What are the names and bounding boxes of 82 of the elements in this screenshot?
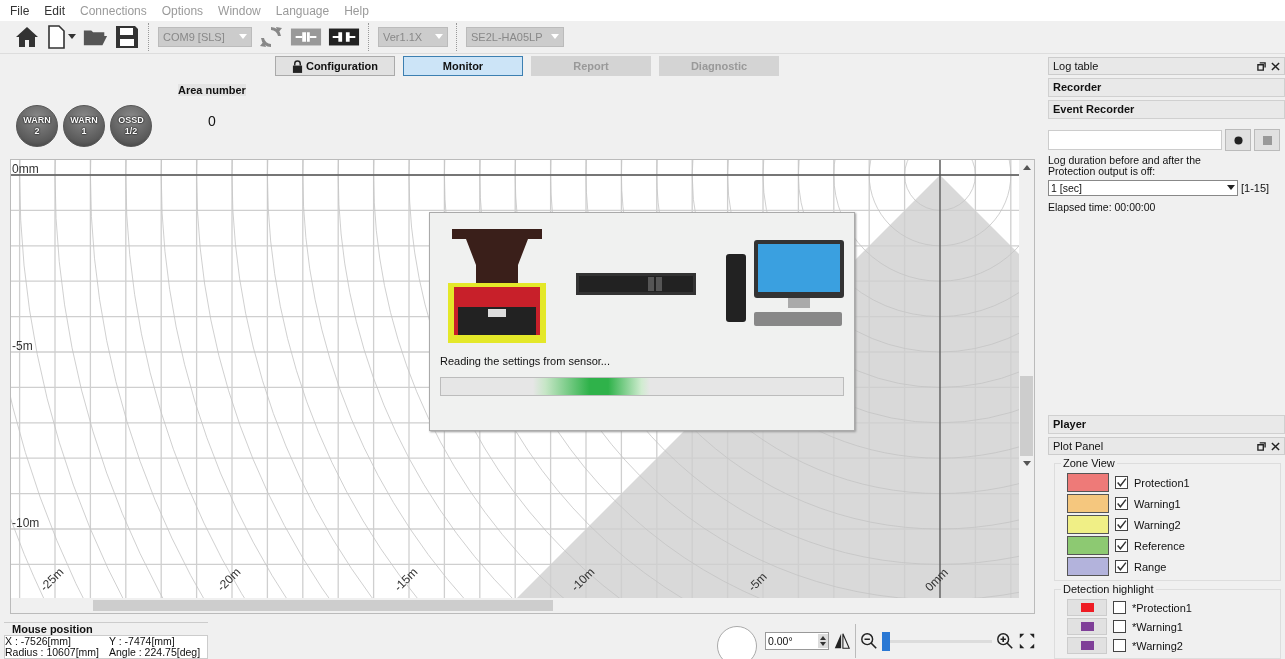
- caret-icon: [551, 34, 559, 40]
- zone-label: Warning1: [1134, 497, 1181, 510]
- restore-icon[interactable]: [1257, 441, 1266, 451]
- menu-item[interactable]: File: [10, 3, 30, 18]
- highlight-label: *Warning1: [1132, 620, 1183, 633]
- zone-label: Protection1: [1134, 476, 1190, 489]
- menu-item[interactable]: Edit: [44, 3, 66, 18]
- color-swatch[interactable]: [1067, 494, 1109, 513]
- duration-dropdown[interactable]: 1 [sec]: [1048, 180, 1238, 196]
- spinner-arrows-icon[interactable]: [818, 634, 828, 648]
- mirror-icon[interactable]: [833, 632, 851, 650]
- axis-label: 0mm: [12, 162, 39, 176]
- scroll-down-icon[interactable]: [1022, 461, 1031, 467]
- tab[interactable]: Configuration: [275, 56, 395, 76]
- scrollbar-thumb[interactable]: [93, 600, 553, 611]
- checkbox[interactable]: [1115, 518, 1128, 531]
- record-icon: [1233, 135, 1243, 145]
- angle-value: Angle : 224.75[deg]: [109, 647, 202, 658]
- tab[interactable]: Monitor: [403, 56, 523, 76]
- color-swatch[interactable]: [1067, 557, 1109, 576]
- highlight-label: *Protection1: [1132, 601, 1192, 614]
- caret-icon: [239, 34, 247, 40]
- mouse-position-title: Mouse position: [12, 623, 93, 635]
- scrollbar-thumb[interactable]: [1020, 376, 1033, 456]
- radius-value: Radius : 10607[mm]: [5, 647, 100, 658]
- status-indicator: WARN 1: [63, 105, 105, 147]
- input-field[interactable]: [1048, 130, 1222, 150]
- color-button[interactable]: [1067, 599, 1107, 616]
- checkbox[interactable]: [1113, 601, 1126, 614]
- panel-title: Log table: [1053, 60, 1099, 72]
- checkbox[interactable]: [1113, 639, 1126, 652]
- color-button[interactable]: [1067, 618, 1107, 635]
- status-indicator: OSSD 1/2: [110, 105, 152, 147]
- checkbox[interactable]: [1115, 497, 1128, 510]
- home-icon[interactable]: [14, 24, 40, 50]
- group-title: Zone View: [1061, 457, 1117, 469]
- color-swatch[interactable]: [1067, 515, 1109, 534]
- restore-icon[interactable]: [1257, 61, 1266, 71]
- stop-icon: [1262, 135, 1272, 145]
- checkbox[interactable]: [1113, 620, 1126, 633]
- status-message: Reading the settings from sensor...: [440, 355, 611, 367]
- status-indicator: WARN 2: [16, 105, 58, 147]
- checkbox[interactable]: [1115, 539, 1128, 552]
- section-header[interactable]: Recorder: [1048, 78, 1285, 97]
- area-number-label: Area number: [178, 84, 246, 96]
- axis-label: -10m: [12, 516, 40, 530]
- section-header[interactable]: Event Recorder: [1048, 100, 1285, 119]
- slider-thumb[interactable]: [882, 631, 890, 651]
- zone-label: Range: [1134, 560, 1167, 573]
- fit-screen-icon[interactable]: [1018, 632, 1036, 650]
- zoom-in-icon[interactable]: [996, 632, 1014, 650]
- caret-icon: [435, 34, 443, 40]
- y-coordinate: Y : -7474[mm]: [109, 636, 176, 647]
- record-button[interactable]: [1225, 129, 1251, 151]
- highlight-label: *Warning2: [1132, 639, 1183, 652]
- rotation-field[interactable]: 0.00°: [765, 632, 829, 650]
- caret-icon[interactable]: [68, 34, 76, 40]
- duration-label: Log duration before and after the Protection output is off:: [1048, 155, 1202, 177]
- save-icon[interactable]: [114, 24, 140, 50]
- close-icon[interactable]: [1271, 61, 1280, 71]
- zone-label: Reference: [1134, 539, 1185, 552]
- color-swatch[interactable]: [1067, 536, 1109, 555]
- group-title: Detection highlight: [1061, 583, 1156, 595]
- axis-label: -5m: [745, 569, 770, 595]
- elapsed-time: Elapsed time: 00:00:00: [1048, 201, 1157, 213]
- x-coordinate: X : -7526[mm]: [5, 636, 72, 647]
- scroll-up-icon[interactable]: [1022, 165, 1031, 171]
- zoom-out-icon[interactable]: [860, 632, 878, 650]
- area-number-value: 0: [208, 113, 216, 129]
- panel-title: Plot Panel: [1053, 440, 1104, 452]
- color-swatch[interactable]: [1067, 473, 1109, 492]
- axis-label: -5m: [12, 339, 33, 353]
- file-icon[interactable]: [46, 24, 66, 50]
- section-header[interactable]: Player: [1048, 415, 1285, 434]
- zone-label: Warning2: [1134, 518, 1181, 531]
- range-label: [1-15]: [1241, 182, 1270, 194]
- checkbox[interactable]: [1115, 560, 1128, 573]
- color-button[interactable]: [1067, 637, 1107, 654]
- refresh-icon[interactable]: [258, 24, 284, 50]
- close-icon[interactable]: [1271, 441, 1280, 451]
- caret-icon[interactable]: [1227, 185, 1237, 191]
- checkbox[interactable]: [1115, 476, 1128, 489]
